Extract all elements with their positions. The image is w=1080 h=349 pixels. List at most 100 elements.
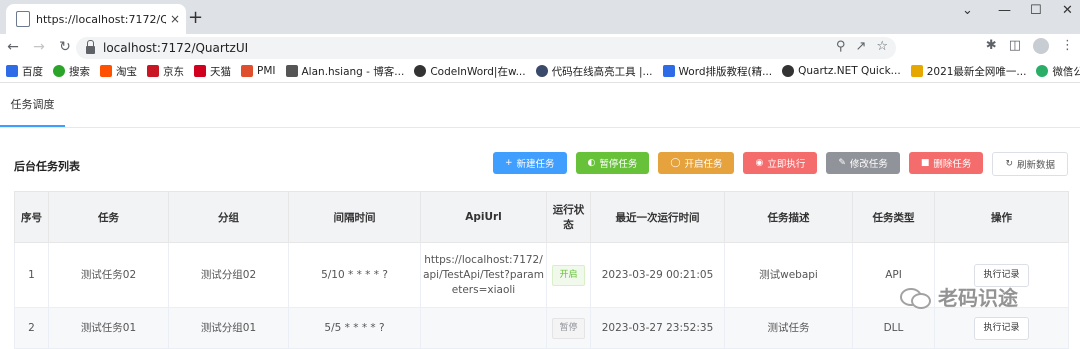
bookmark-item[interactable]: 代码在线高亮工具 |... xyxy=(535,64,653,79)
bookmarks-bar: 百度 搜索 淘宝 京东 天猫 PMI Alan.hsiang - 博客... C… xyxy=(0,60,1080,83)
column-header[interactable]: 任务 xyxy=(48,191,169,243)
column-header[interactable]: 分组 xyxy=(168,191,289,243)
cell-interval: 5/10 * * * * ? xyxy=(288,242,421,308)
column-header[interactable]: 任务描述 xyxy=(724,191,853,243)
close-tab-icon[interactable]: × xyxy=(170,12,180,26)
column-header[interactable]: 操作 xyxy=(934,191,1069,243)
action-toolbar: + 新建任务 ◐ 暂停任务 ◯ 开启任务 ◉ 立即执行 ✎ 修改任务 ■ 删除任务 ↻ 刷新数… xyxy=(492,152,1068,176)
bookmark-icon xyxy=(100,65,112,77)
cell-no: 1 xyxy=(14,242,49,308)
column-header[interactable]: ApiUrl xyxy=(420,191,547,243)
bookmark-item[interactable]: Alan.hsiang - 博客... xyxy=(285,64,404,79)
refresh-icon: ↻ xyxy=(1005,159,1013,169)
cell-status: 开启 xyxy=(546,242,591,308)
cell-apiurl xyxy=(420,307,547,349)
new-tab-button[interactable]: + xyxy=(188,7,203,28)
edit-icon: ✎ xyxy=(838,158,846,168)
bookmark-icon xyxy=(535,65,548,77)
maximize-button[interactable]: ☐ xyxy=(1030,3,1042,18)
start-task-button[interactable]: ◯ 开启任务 xyxy=(658,152,735,174)
run-now-button[interactable]: ◉ 立即执行 xyxy=(743,152,818,174)
bookmark-icon xyxy=(6,65,18,77)
share-icon[interactable]: ↗ xyxy=(855,39,866,54)
bookmark-icon xyxy=(241,65,253,77)
bookmark-icon xyxy=(1036,65,1049,77)
bookmark-item[interactable]: Quartz.NET Quick... xyxy=(782,65,901,77)
bookmark-item[interactable]: PMI xyxy=(241,65,276,77)
new-task-button[interactable]: + 新建任务 xyxy=(492,152,567,174)
bookmark-item[interactable]: Word排版教程(精... xyxy=(662,64,772,79)
bookmark-icon xyxy=(285,65,298,77)
tab-title: https://localhost:7172/Quartz xyxy=(36,12,166,26)
watermark-text: 老码识途 xyxy=(938,286,1018,310)
bookmarks-more-icon[interactable]: » xyxy=(1065,62,1072,75)
bookmark-item[interactable]: 京东 xyxy=(147,64,184,79)
table-header: 序号 任务 分组 间隔时间 ApiUrl 运行状态 最近一次运行时间 任务描述 … xyxy=(14,191,1069,243)
cell-no: 2 xyxy=(14,307,49,349)
minimize-button[interactable]: — xyxy=(998,3,1011,18)
cell-type: DLL xyxy=(852,307,935,349)
app-tabs: 任务调度 xyxy=(0,83,1080,128)
forward-icon[interactable]: → xyxy=(26,39,52,55)
delete-task-button[interactable]: ■ 删除任务 xyxy=(908,152,984,174)
menu-icon[interactable]: ⋮ xyxy=(1061,38,1074,54)
back-icon[interactable]: ← xyxy=(0,39,26,55)
column-header[interactable]: 运行状态 xyxy=(546,191,591,243)
tab-search-icon[interactable]: ⌄ xyxy=(962,3,973,18)
execution-log-button[interactable]: 执行记录 xyxy=(974,316,1029,340)
tab-task-scheduling[interactable]: 任务调度 xyxy=(0,83,65,127)
cell-task: 测试任务02 xyxy=(48,242,169,308)
bookmark-item[interactable]: 淘宝 xyxy=(100,64,137,79)
browser-tabstrip: https://localhost:7172/Quartz × + ⌄ — ☐ … xyxy=(0,0,1080,34)
table-row[interactable]: 2 测试任务01 测试分组01 5/5 * * * * ? 暂停 2023-03… xyxy=(14,307,1069,349)
bookmark-icon xyxy=(662,65,675,77)
play-icon: ◉ xyxy=(755,158,764,168)
url-text[interactable]: localhost:7172/QuartzUI xyxy=(103,41,248,55)
extensions-icon[interactable]: ✱ xyxy=(986,38,997,54)
toggle-icon: ◯ xyxy=(670,158,681,168)
close-window-button[interactable]: ✕ xyxy=(1062,3,1073,18)
watermark: 老码识途 xyxy=(900,282,1018,311)
zoom-icon[interactable]: ⚲ xyxy=(836,39,846,54)
side-panel-icon[interactable]: ◫ xyxy=(1009,38,1021,54)
lock-icon[interactable] xyxy=(86,40,95,54)
cell-group: 测试分组01 xyxy=(168,307,289,349)
cell-group: 测试分组02 xyxy=(168,242,289,308)
column-header[interactable]: 间隔时间 xyxy=(288,191,421,243)
bookmark-star-icon[interactable]: ☆ xyxy=(876,39,888,54)
pause-icon: ◐ xyxy=(587,158,596,168)
bookmark-item[interactable]: CodeInWord|在w... xyxy=(414,64,526,79)
browser-toolbar: ← → ↻ localhost:7172/QuartzUI ⚲ ↗ ☆ ✱ ◫ … xyxy=(0,34,1080,60)
bookmark-item[interactable]: 天猫 xyxy=(194,64,231,79)
cell-apiurl: https://localhost:7172/api/TestApi/Test?… xyxy=(420,242,547,308)
pause-task-button[interactable]: ◐ 暂停任务 xyxy=(575,152,650,174)
bookmark-item[interactable]: 2021最新全网唯一... xyxy=(910,64,1026,79)
status-badge: 暂停 xyxy=(552,317,585,339)
cell-action: 执行记录 xyxy=(934,307,1069,349)
profile-avatar[interactable] xyxy=(1033,38,1049,54)
page-icon xyxy=(16,11,30,27)
bookmark-item[interactable]: 搜索 xyxy=(53,64,90,79)
cell-interval: 5/5 * * * * ? xyxy=(288,307,421,349)
reload-icon[interactable]: ↻ xyxy=(52,39,78,55)
task-table: 序号 任务 分组 间隔时间 ApiUrl 运行状态 最近一次运行时间 任务描述 … xyxy=(14,191,1069,349)
refresh-data-button[interactable]: ↻ 刷新数据 xyxy=(992,152,1068,176)
bookmark-icon xyxy=(414,65,427,77)
cell-last-run: 2023-03-27 23:52:35 xyxy=(590,307,725,349)
column-header[interactable]: 任务类型 xyxy=(852,191,935,243)
page-title: 后台任务列表 xyxy=(14,160,80,173)
cell-last-run: 2023-03-29 00:21:05 xyxy=(590,242,725,308)
browser-tab[interactable]: https://localhost:7172/Quartz × xyxy=(6,4,186,34)
cell-desc: 测试任务 xyxy=(724,307,853,349)
trash-icon: ■ xyxy=(920,158,930,168)
bookmark-icon xyxy=(194,65,206,77)
bookmark-item[interactable]: 百度 xyxy=(6,64,43,79)
bookmark-item[interactable]: 微信公众号 xyxy=(1036,64,1080,79)
address-bar[interactable]: localhost:7172/QuartzUI ⚲ ↗ ☆ xyxy=(76,37,896,59)
column-header[interactable]: 最近一次运行时间 xyxy=(590,191,725,243)
cell-task: 测试任务01 xyxy=(48,307,169,349)
bookmark-icon xyxy=(782,65,795,77)
edit-task-button[interactable]: ✎ 修改任务 xyxy=(826,152,900,174)
column-header[interactable]: 序号 xyxy=(14,191,49,243)
cell-status: 暂停 xyxy=(546,307,591,349)
